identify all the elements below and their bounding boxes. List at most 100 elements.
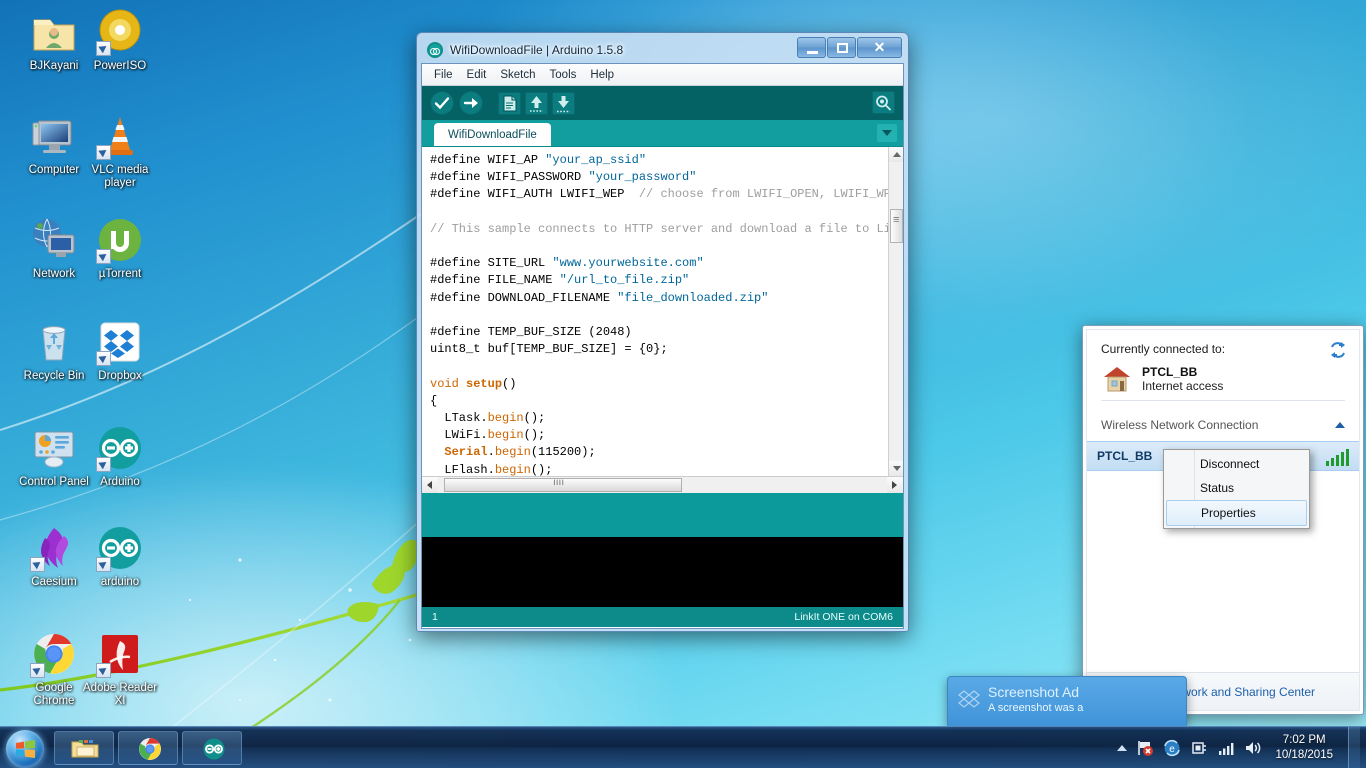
horizontal-scroll-thumb[interactable] — [444, 477, 682, 492]
scroll-left-button[interactable] — [422, 477, 438, 493]
taskbar-clock[interactable]: 7:02 PM 10/18/2015 — [1271, 733, 1339, 763]
taskbar-chrome-button[interactable] — [118, 730, 178, 765]
code-line: { — [430, 393, 438, 408]
signal-bars-icon — [1326, 448, 1349, 466]
menu-help[interactable]: Help — [583, 67, 621, 83]
arduino-icon — [96, 524, 144, 572]
control-panel-icon — [30, 424, 78, 472]
menu-tools[interactable]: Tools — [543, 67, 584, 83]
tab-dropdown-button[interactable] — [877, 124, 897, 142]
message-area — [422, 493, 903, 537]
save-button[interactable] — [552, 91, 575, 115]
desktop-icon-network[interactable]: Network — [16, 216, 92, 281]
close-button[interactable]: ✕ — [857, 37, 902, 58]
plug-icon[interactable] — [1190, 739, 1208, 757]
desktop-icon-poweriso[interactable]: PowerISO — [82, 8, 158, 73]
taskbar-arduino-button[interactable] — [182, 730, 242, 765]
desktop-icon-control-panel[interactable]: Control Panel — [16, 424, 92, 489]
upload-button[interactable] — [459, 91, 483, 115]
clock-time: 7:02 PM — [1282, 733, 1326, 746]
code-line: LTask.begin(); — [430, 411, 546, 426]
serial-monitor-button[interactable] — [872, 91, 895, 114]
desktop-icon-label: BJKayani — [29, 60, 79, 72]
scroll-right-button[interactable] — [887, 477, 903, 493]
speaker-icon[interactable] — [1244, 739, 1262, 757]
arduino-toolbar[interactable] — [422, 86, 903, 120]
desktop-icon-label: µTorrent — [98, 268, 142, 280]
desktop-icon-computer[interactable]: Computer — [16, 112, 92, 177]
current-connection: PTCL_BB Internet access — [1101, 364, 1345, 394]
wireless-section-header[interactable]: Wireless Network Connection — [1087, 409, 1359, 441]
taskbar[interactable]: e 7:02 PM 10/18/2015 — [0, 726, 1366, 768]
code-text[interactable]: #define WIFI_AP "your_ap_ssid" #define WI… — [422, 147, 903, 476]
desktop-icon-caesium[interactable]: Caesium — [16, 524, 92, 589]
scroll-down-button[interactable] — [889, 461, 903, 476]
shortcut-arrow-icon — [96, 663, 111, 678]
context-menu-status[interactable]: Status — [1164, 476, 1309, 500]
connection-detail: Internet access — [1142, 379, 1224, 393]
code-editor[interactable]: #define WIFI_AP "your_ap_ssid" #define WI… — [422, 146, 903, 476]
minimize-button[interactable] — [797, 37, 826, 58]
connected-label: Currently connected to: — [1101, 342, 1226, 356]
arduino-ide-window[interactable]: WifiDownloadFile | Arduino 1.5.8 ✕ File … — [416, 32, 909, 632]
taskbar-explorer-button[interactable] — [54, 730, 114, 765]
folder-user-icon — [30, 8, 78, 56]
show-desktop-button[interactable] — [1348, 726, 1360, 768]
verify-button[interactable] — [430, 91, 454, 115]
shortcut-arrow-icon — [96, 457, 111, 472]
recycle-bin-icon — [30, 318, 78, 366]
dropbox-icon — [958, 690, 980, 708]
context-menu-disconnect[interactable]: Disconnect — [1164, 452, 1309, 476]
open-button[interactable] — [525, 91, 548, 115]
desktop-icon-bjkayani[interactable]: BJKayani — [16, 8, 92, 73]
maximize-button[interactable] — [827, 37, 856, 58]
flag-alert-icon[interactable] — [1136, 739, 1154, 757]
sketch-tab-strip[interactable]: WifiDownloadFile — [422, 120, 903, 146]
vlc-cone-icon — [96, 112, 144, 160]
code-line: #define WIFI_AP "your_ap_ssid" — [430, 153, 647, 167]
refresh-icon[interactable] — [1329, 341, 1347, 359]
arduino-menu-bar[interactable]: File Edit Sketch Tools Help — [422, 64, 903, 86]
menu-edit[interactable]: Edit — [460, 67, 494, 83]
dropbox-notification-toast[interactable]: Screenshot Ad A screenshot was a — [947, 676, 1187, 728]
new-button[interactable] — [498, 91, 521, 115]
desktop-icon-vlc-media-player[interactable]: VLC media player — [82, 112, 158, 190]
desktop-icon-torrent[interactable]: µTorrent — [82, 216, 158, 281]
desktop-icon-arduino[interactable]: Arduino — [82, 424, 158, 489]
desktop-icon-label: VLC media player — [91, 164, 149, 189]
code-line: void setup() — [430, 376, 517, 391]
menu-file[interactable]: File — [427, 67, 460, 83]
desktop-icon-dropbox[interactable]: Dropbox — [82, 318, 158, 383]
vertical-scroll-thumb[interactable] — [890, 209, 903, 243]
window-controls[interactable]: ✕ — [797, 37, 902, 58]
home-network-icon — [1104, 367, 1130, 392]
scroll-up-button[interactable] — [889, 147, 903, 162]
ap-context-menu[interactable]: Disconnect Status Properties — [1163, 449, 1310, 529]
network-flyout-panel[interactable]: Currently connected to: PTCL_BB Internet… — [1082, 325, 1364, 715]
editor-horizontal-scrollbar[interactable] — [422, 476, 903, 493]
menu-sketch[interactable]: Sketch — [493, 67, 542, 83]
desktop-icon-label: Caesium — [31, 576, 77, 588]
dropbox-sync-icon[interactable]: e — [1163, 739, 1181, 757]
system-tray[interactable]: e 7:02 PM 10/18/2015 — [1117, 726, 1366, 768]
desktop-icon-recycle-bin[interactable]: Recycle Bin — [16, 318, 92, 383]
desktop-icon-label: Google Chrome — [33, 682, 75, 707]
signal-bars-icon[interactable] — [1217, 739, 1235, 757]
desktop-icon-label: PowerISO — [93, 60, 147, 72]
arduino-icon — [96, 424, 144, 472]
desktop-icon-label: Computer — [28, 164, 80, 176]
chevron-up-icon[interactable] — [1335, 422, 1345, 428]
console-output — [422, 537, 903, 607]
context-menu-properties[interactable]: Properties — [1166, 500, 1307, 526]
arduino-title-bar[interactable]: WifiDownloadFile | Arduino 1.5.8 ✕ — [421, 37, 904, 63]
desktop-icon-adobe-reader-xi[interactable]: Adobe Reader XI — [82, 630, 158, 708]
start-button[interactable] — [2, 728, 50, 768]
chevron-up-icon[interactable] — [1117, 744, 1128, 751]
desktop-icon-google-chrome[interactable]: Google Chrome — [16, 630, 92, 708]
editor-vertical-scrollbar[interactable] — [888, 147, 903, 476]
toast-title: Screenshot Ad — [988, 684, 1080, 700]
desktop-icon-arduino[interactable]: arduino — [82, 524, 158, 589]
tab-wifidownloadfile[interactable]: WifiDownloadFile — [434, 123, 551, 146]
